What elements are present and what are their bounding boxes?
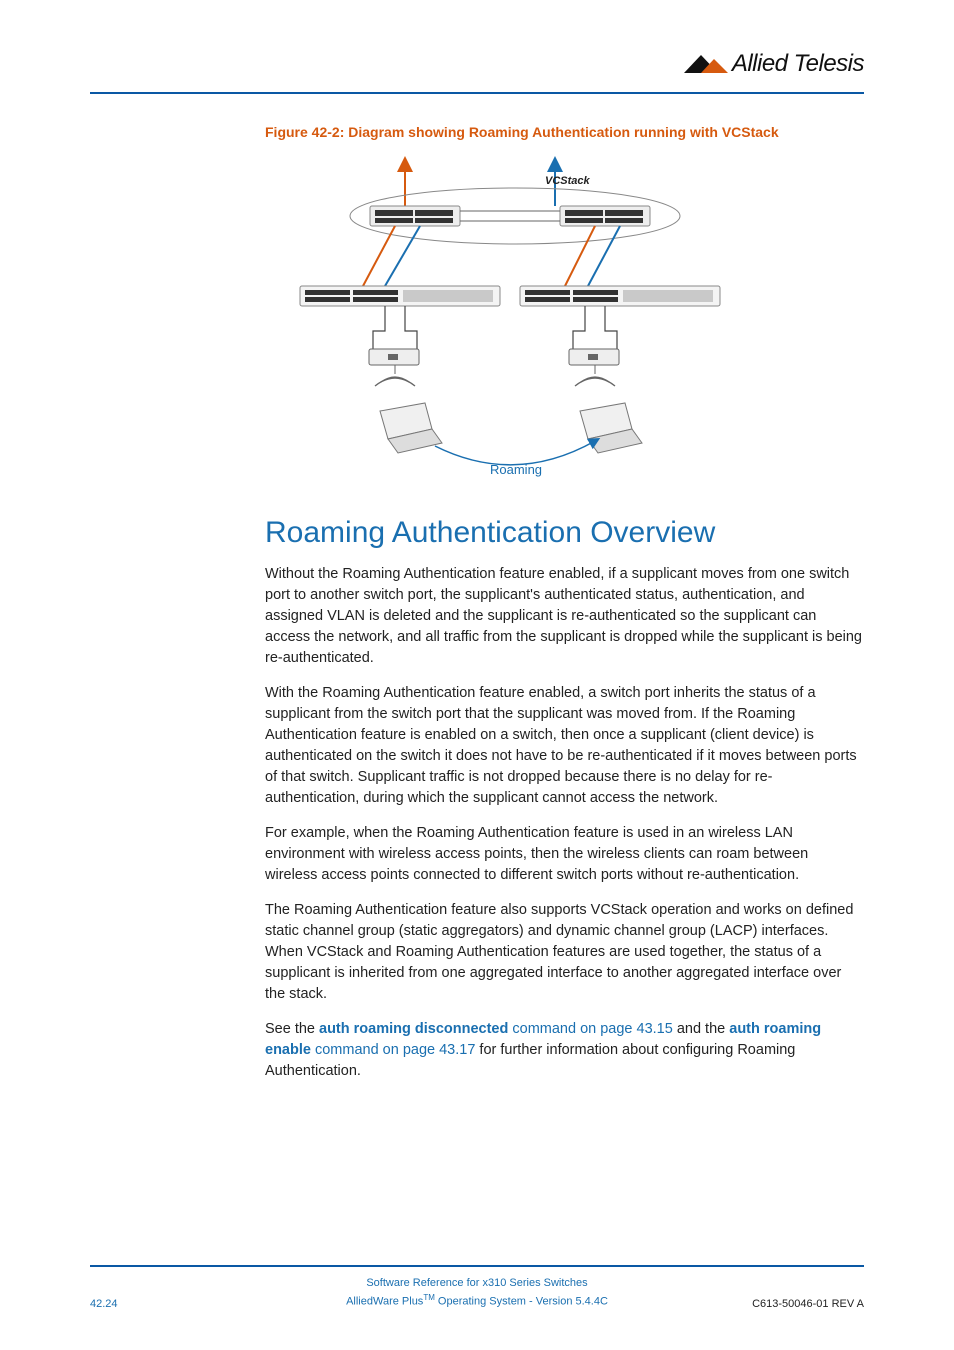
p5-mid: and the	[673, 1021, 729, 1037]
figure-diagram: VCStack	[265, 156, 760, 486]
footer-page-number: 42.24	[90, 1298, 118, 1310]
page-container: Allied Telesis Figure 42-2: Diagram show…	[0, 0, 954, 1350]
paragraph-3: For example, when the Roaming Authentica…	[265, 823, 864, 886]
footer-version: Operating System - Version 5.4.4C	[435, 1296, 608, 1308]
allied-telesis-mark-icon	[684, 53, 728, 75]
laptop-right-icon	[580, 403, 642, 453]
paragraph-1: Without the Roaming Authentication featu…	[265, 564, 864, 669]
link-auth-roaming-enable-page[interactable]: command on page 43.17	[311, 1042, 475, 1058]
access-point-right-icon	[569, 349, 619, 386]
paragraph-4: The Roaming Authentication feature also …	[265, 900, 864, 1005]
roaming-label: Roaming	[490, 462, 542, 477]
footer-doc-rev: C613-50046-01 REV A	[752, 1298, 864, 1310]
p5-pre: See the	[265, 1021, 319, 1037]
brand-text: Allied Telesis	[732, 50, 864, 78]
paragraph-2: With the Roaming Authentication feature …	[265, 683, 864, 809]
footer-trademark: TM	[423, 1293, 435, 1302]
footer-divider	[90, 1265, 864, 1267]
edge-switch-right-icon	[520, 286, 720, 306]
link-auth-roaming-disconnected-page[interactable]: command on page 43.15	[508, 1021, 672, 1037]
page-footer: Software Reference for x310 Series Switc…	[90, 1265, 864, 1310]
page-header: Allied Telesis	[90, 50, 864, 88]
footer-line-2: AlliedWare PlusTM Operating System - Ver…	[90, 1292, 864, 1310]
link-auth-roaming-disconnected[interactable]: auth roaming disconnected	[319, 1021, 508, 1037]
paragraph-5: See the auth roaming disconnected comman…	[265, 1019, 864, 1082]
section-heading: Roaming Authentication Overview	[265, 516, 864, 550]
footer-center: Software Reference for x310 Series Switc…	[90, 1275, 864, 1310]
figure-caption: Figure 42-2: Diagram showing Roaming Aut…	[265, 124, 864, 140]
content-area: Figure 42-2: Diagram showing Roaming Aut…	[265, 124, 864, 1082]
vcstack-label: VCStack	[545, 175, 591, 187]
access-point-left-icon	[369, 349, 419, 386]
footer-line-1: Software Reference for x310 Series Switc…	[90, 1275, 864, 1292]
laptop-left-icon	[380, 403, 442, 453]
stack-switch-left-icon	[370, 206, 460, 226]
brand-logo: Allied Telesis	[684, 50, 864, 78]
header-divider	[90, 92, 864, 94]
vcstack-diagram-svg: VCStack	[265, 156, 760, 486]
stack-switch-right-icon	[560, 206, 650, 226]
edge-switch-left-icon	[300, 286, 500, 306]
footer-product-name: AlliedWare Plus	[346, 1296, 423, 1308]
